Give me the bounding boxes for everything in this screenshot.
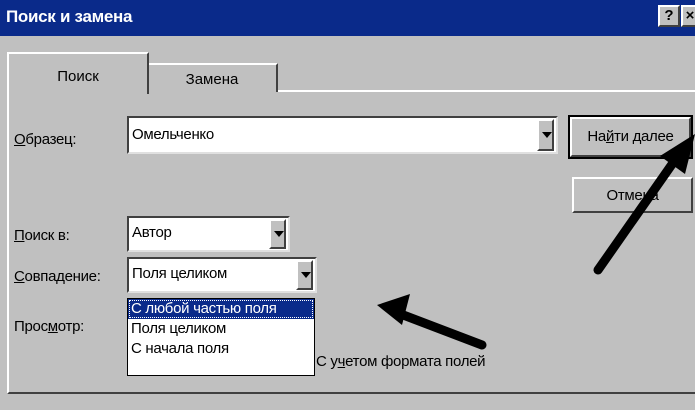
arrow-icon bbox=[593, 134, 695, 275]
arrow-icon bbox=[377, 294, 487, 350]
tab-search-label: Поиск bbox=[57, 68, 99, 85]
tab-search[interactable]: Поиск bbox=[7, 52, 149, 94]
find-replace-dialog: Поиск и замена ? × Поиск Замена Образец:… bbox=[0, 0, 695, 410]
